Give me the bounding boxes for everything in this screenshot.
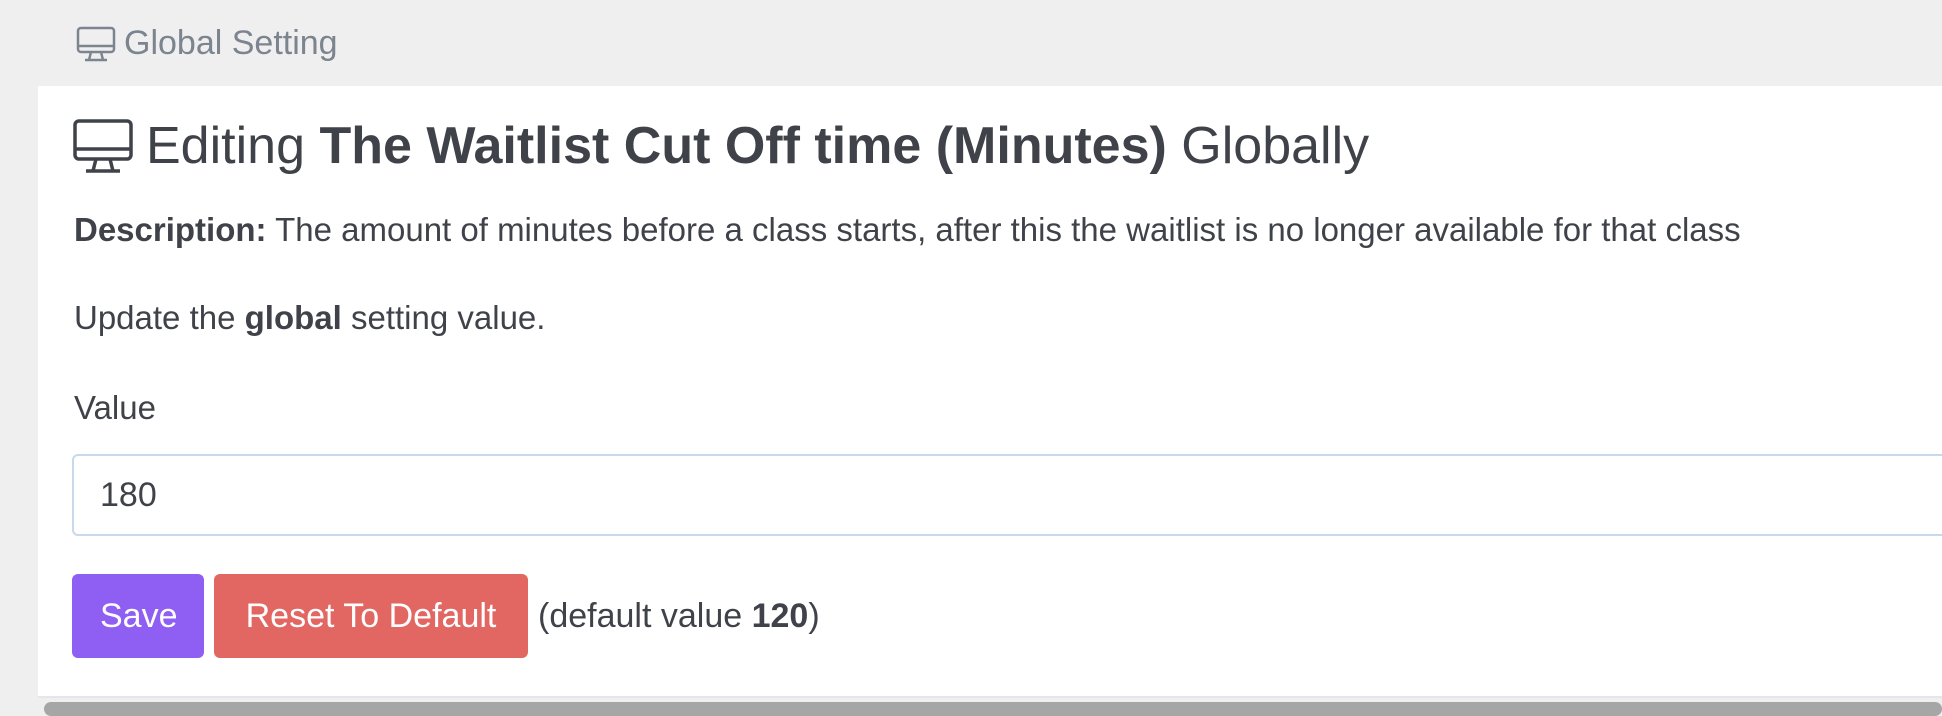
update-suffix: setting value. xyxy=(350,299,546,336)
breadcrumb-bar: Global Setting xyxy=(0,0,1942,86)
setting-description: Description: The amount of minutes befor… xyxy=(74,210,1741,250)
monitor-icon xyxy=(72,118,134,174)
title-prefix: Editing xyxy=(146,117,305,175)
breadcrumb-label: Global Setting xyxy=(124,24,338,62)
update-instruction: Update the global setting value. xyxy=(74,298,545,338)
value-input[interactable] xyxy=(72,454,1942,536)
update-bold: global xyxy=(244,299,342,336)
description-text: The amount of minutes before a class sta… xyxy=(275,211,1741,248)
description-label: Description: xyxy=(74,211,267,248)
default-value-note: (default value 120) xyxy=(538,596,820,636)
default-suffix: ) xyxy=(808,597,820,635)
save-button[interactable]: Save xyxy=(72,574,204,658)
horizontal-scrollbar[interactable] xyxy=(44,702,1942,716)
title-suffix: Globally xyxy=(1181,117,1370,175)
page-title: Editing The Waitlist Cut Off time (Minut… xyxy=(72,116,1369,176)
update-prefix: Update the xyxy=(74,299,236,336)
value-field-label: Value xyxy=(74,389,156,426)
edit-setting-panel: Editing The Waitlist Cut Off time (Minut… xyxy=(38,86,1942,698)
title-setting-name: The Waitlist Cut Off time (Minutes) xyxy=(319,117,1167,175)
reset-to-default-button[interactable]: Reset To Default xyxy=(214,574,528,658)
default-prefix: (default value xyxy=(538,597,743,635)
monitor-icon xyxy=(76,26,116,62)
breadcrumb[interactable]: Global Setting xyxy=(76,24,338,63)
default-value: 120 xyxy=(751,597,809,635)
